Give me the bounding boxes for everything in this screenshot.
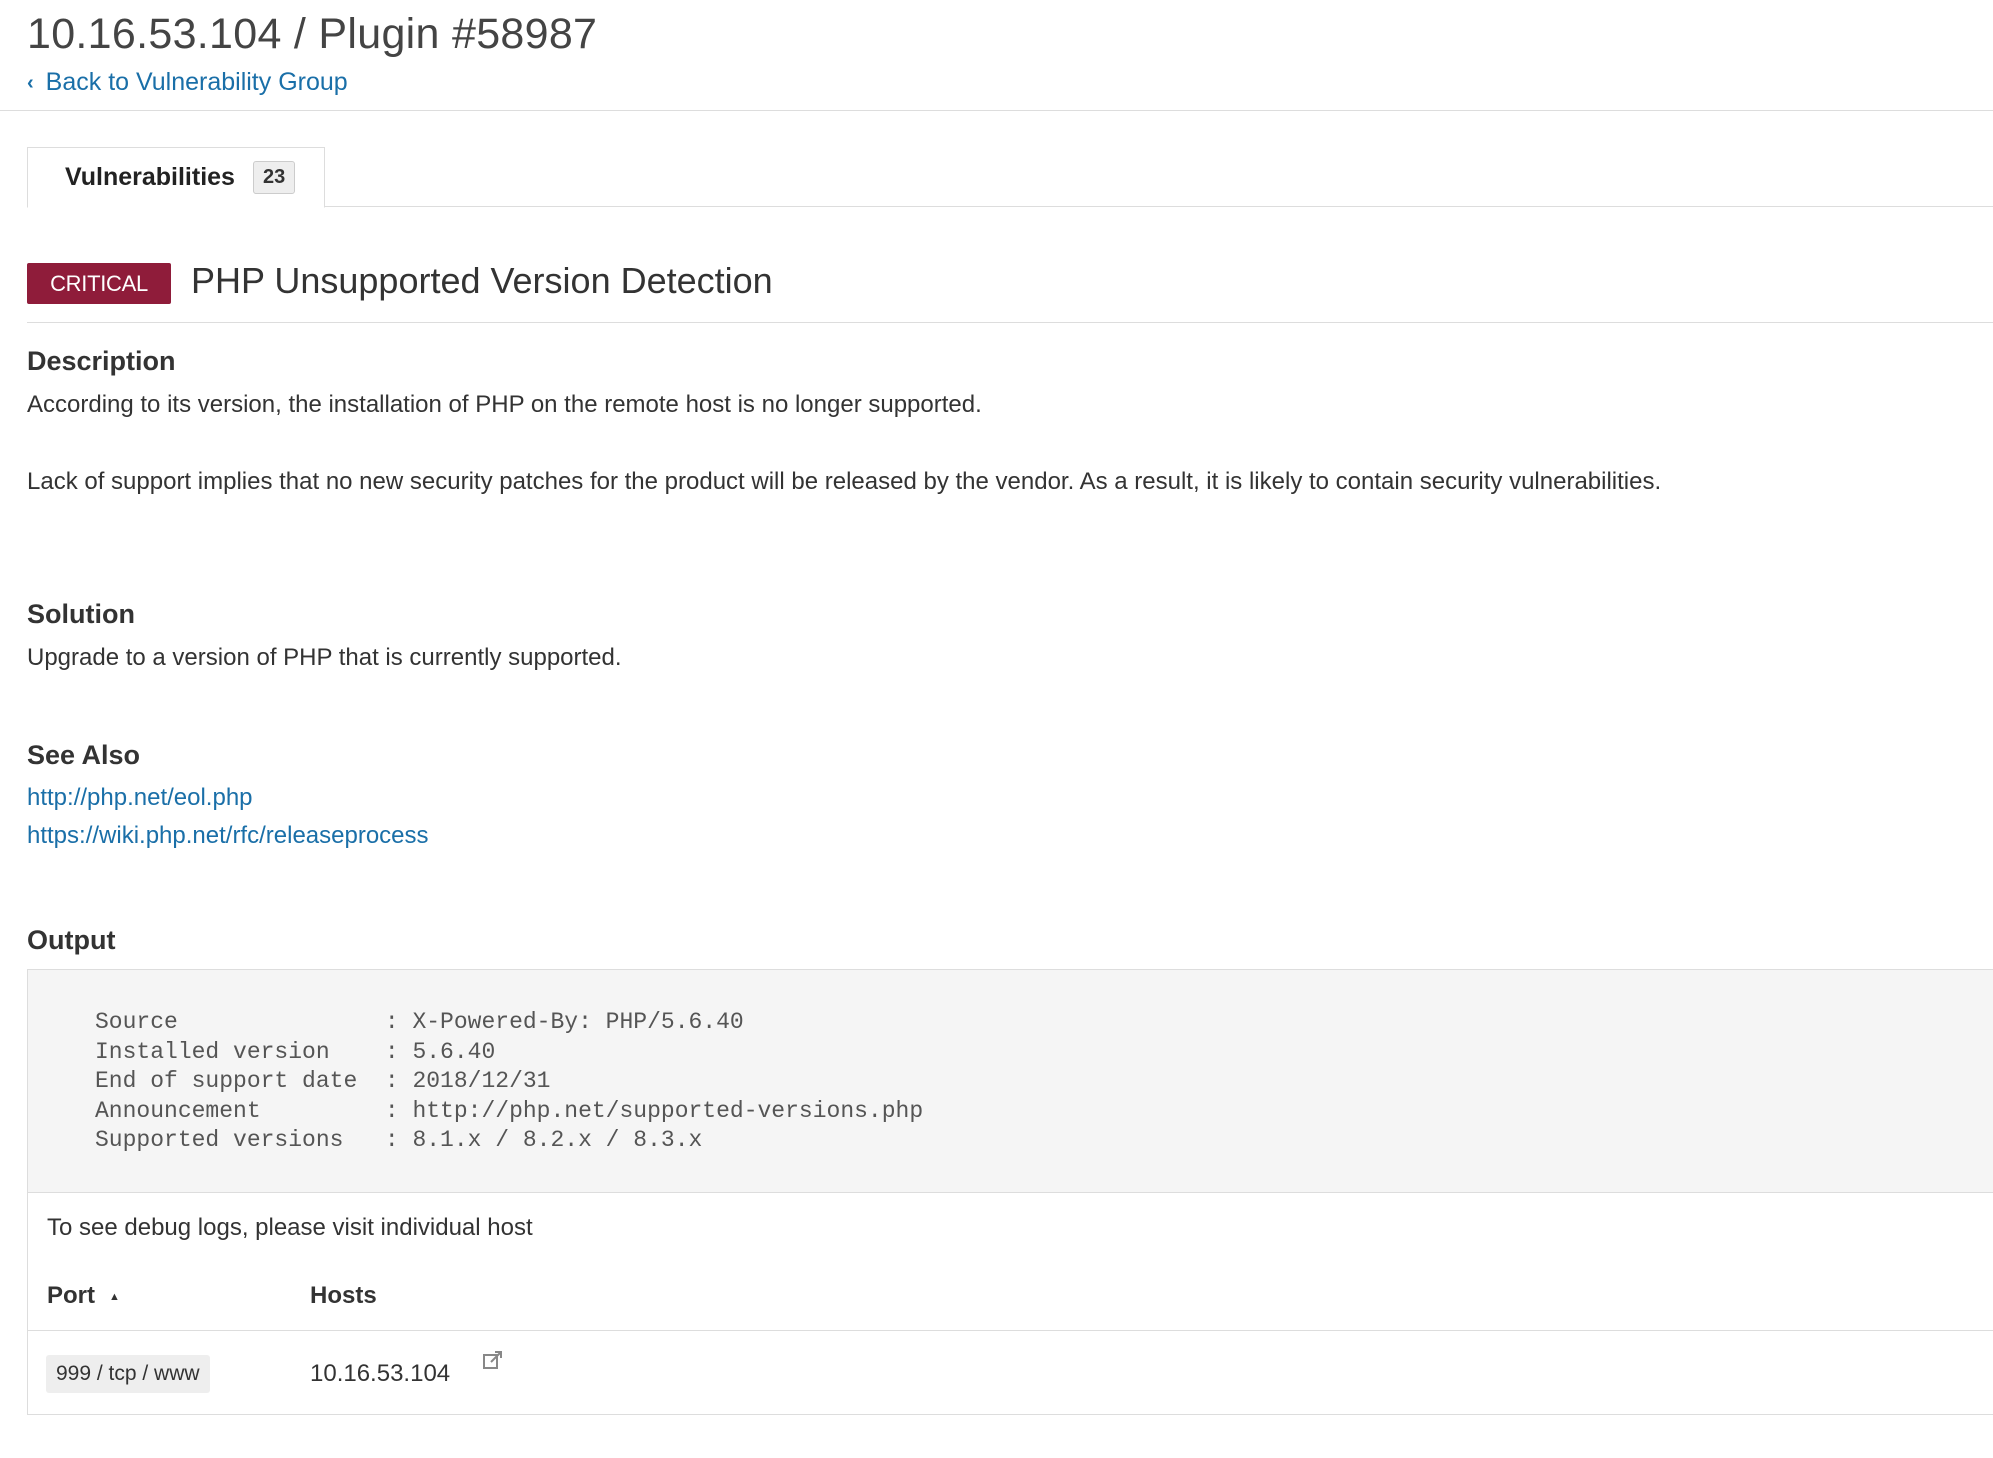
back-link-label: Back to Vulnerability Group	[45, 68, 348, 96]
page-title: 10.16.53.104 / Plugin #58987	[27, 10, 598, 58]
hosts-table: To see debug logs, please visit individu…	[27, 1192, 1993, 1415]
output-heading: Output	[27, 925, 116, 955]
tab-label: Vulnerabilities	[65, 163, 235, 191]
port-tag: 999 / tcp / www	[46, 1355, 210, 1393]
tab-vulnerabilities[interactable]: Vulnerabilities 23	[27, 147, 325, 208]
debug-logs-note: To see debug logs, please visit individu…	[47, 1214, 533, 1241]
tab-count-badge: 23	[252, 161, 296, 194]
solution-heading: Solution	[27, 599, 135, 629]
port-column-label: Port	[47, 1282, 95, 1309]
tabs-bar: Vulnerabilities 23	[27, 147, 1993, 208]
see-also-link[interactable]: http://php.net/eol.php	[27, 784, 253, 812]
table-divider	[28, 1330, 1993, 1331]
solution-text: Upgrade to a version of PHP that is curr…	[27, 644, 622, 671]
vulnerability-title: PHP Unsupported Version Detection	[191, 260, 773, 301]
plugin-output-text: Source : X-Powered-By: PHP/5.6.40 Instal…	[95, 1009, 924, 1153]
severity-badge: CRITICAL	[27, 263, 171, 304]
see-also-link[interactable]: https://wiki.php.net/rfc/releaseprocess	[27, 822, 429, 850]
host-ip: 10.16.53.104	[310, 1360, 451, 1387]
output-block: Source : X-Powered-By: PHP/5.6.40 Instal…	[27, 969, 1993, 1193]
description-paragraph-2: Lack of support implies that no new secu…	[27, 468, 1662, 495]
description-paragraph-1: According to its version, the installati…	[27, 391, 982, 418]
see-also-heading: See Also	[27, 740, 141, 770]
port-column-header[interactable]: Port ▲	[47, 1282, 120, 1310]
external-link-icon[interactable]	[482, 1349, 504, 1371]
page-header: 10.16.53.104 / Plugin #58987 ‹ Back to V…	[0, 0, 1993, 111]
sort-ascending-icon: ▲	[109, 1290, 120, 1303]
chevron-left-icon: ‹	[27, 71, 34, 94]
back-to-vulnerability-group-link[interactable]: ‹ Back to Vulnerability Group	[27, 68, 348, 97]
description-heading: Description	[27, 346, 176, 376]
hosts-column-header[interactable]: Hosts	[310, 1282, 377, 1310]
vulnerability-heading: CRITICAL PHP Unsupported Version Detecti…	[27, 260, 1993, 323]
